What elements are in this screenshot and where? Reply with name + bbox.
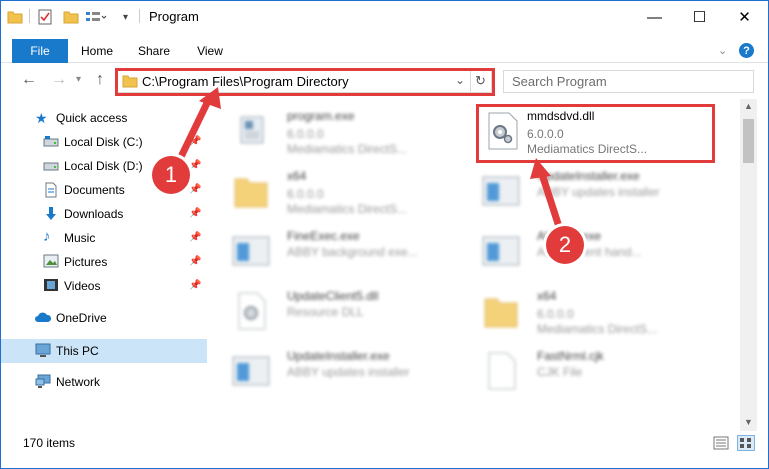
explorer-window: ▾ Program — ☐ ✕ File Home Share View ⌄ ?… [0,0,769,469]
step-2-badge: 2 [546,226,584,264]
step-1-badge: 1 [152,156,190,194]
annotation-arrows [175,87,565,237]
